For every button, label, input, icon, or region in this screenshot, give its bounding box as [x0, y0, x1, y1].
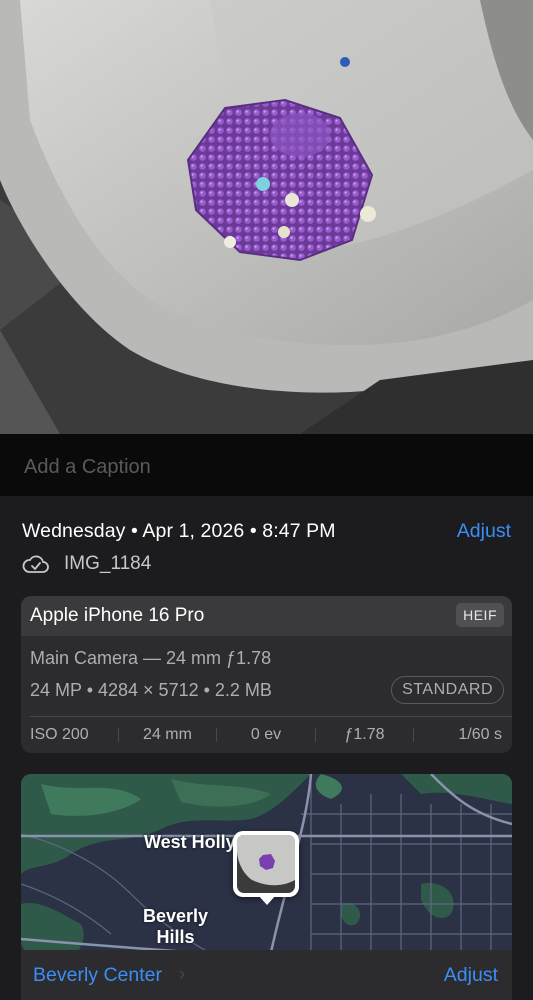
info-panel: Wednesday • Apr 1, 2026 • 8:47 PM Adjust…	[0, 496, 533, 1000]
card-divider	[30, 716, 512, 717]
pin-thumbnail	[237, 835, 295, 893]
image-specs: 24 MP • 4284 × 5712 • 2.2 MB	[30, 680, 272, 700]
format-badge: HEIF	[456, 603, 504, 627]
photo-view[interactable]	[0, 0, 533, 434]
lens-info: Main Camera — 24 mm ƒ1.78	[30, 648, 272, 668]
camera-card-header: Apple iPhone 16 Pro HEIF	[21, 596, 512, 636]
camera-info-card: Apple iPhone 16 Pro HEIF Main Camera — 2…	[21, 596, 512, 753]
adjust-date-button[interactable]: Adjust	[457, 520, 511, 543]
photo-image	[0, 0, 533, 434]
caption-bar	[0, 434, 533, 496]
map-label-west-hollywood: West Holly	[144, 832, 236, 852]
file-row: IMG_1184	[22, 552, 151, 576]
cloud-check-icon	[22, 555, 49, 573]
place-name-link[interactable]: Beverly Center	[33, 964, 162, 987]
date-time: Wednesday • Apr 1, 2026 • 8:47 PM	[22, 520, 336, 542]
pin-tail	[258, 895, 276, 905]
photographic-style-badge: STANDARD	[391, 676, 504, 704]
map-footer: Beverly Center › Adjust	[21, 950, 512, 1000]
exif-row: ISO 200 24 mm 0 ev ƒ1.78 1/60 s	[21, 724, 512, 746]
photo-location-pin[interactable]	[233, 831, 299, 897]
location-map[interactable]: West Holly Beverly Hills Beverly Center …	[21, 774, 512, 1000]
exif-focal-length: 24 mm	[143, 726, 192, 743]
exif-aperture: ƒ1.78	[344, 726, 385, 743]
chevron-right-icon: ›	[179, 964, 186, 985]
file-name: IMG_1184	[64, 553, 152, 574]
map-label-beverly-hills: Beverly Hills	[143, 906, 209, 947]
exif-shutter: 1/60 s	[458, 726, 502, 743]
exif-exposure-value: 0 ev	[250, 726, 282, 743]
exif-iso: ISO 200	[30, 726, 89, 743]
adjust-location-button[interactable]: Adjust	[444, 964, 498, 987]
device-name: Apple iPhone 16 Pro	[30, 605, 205, 626]
caption-input[interactable]	[22, 452, 506, 482]
